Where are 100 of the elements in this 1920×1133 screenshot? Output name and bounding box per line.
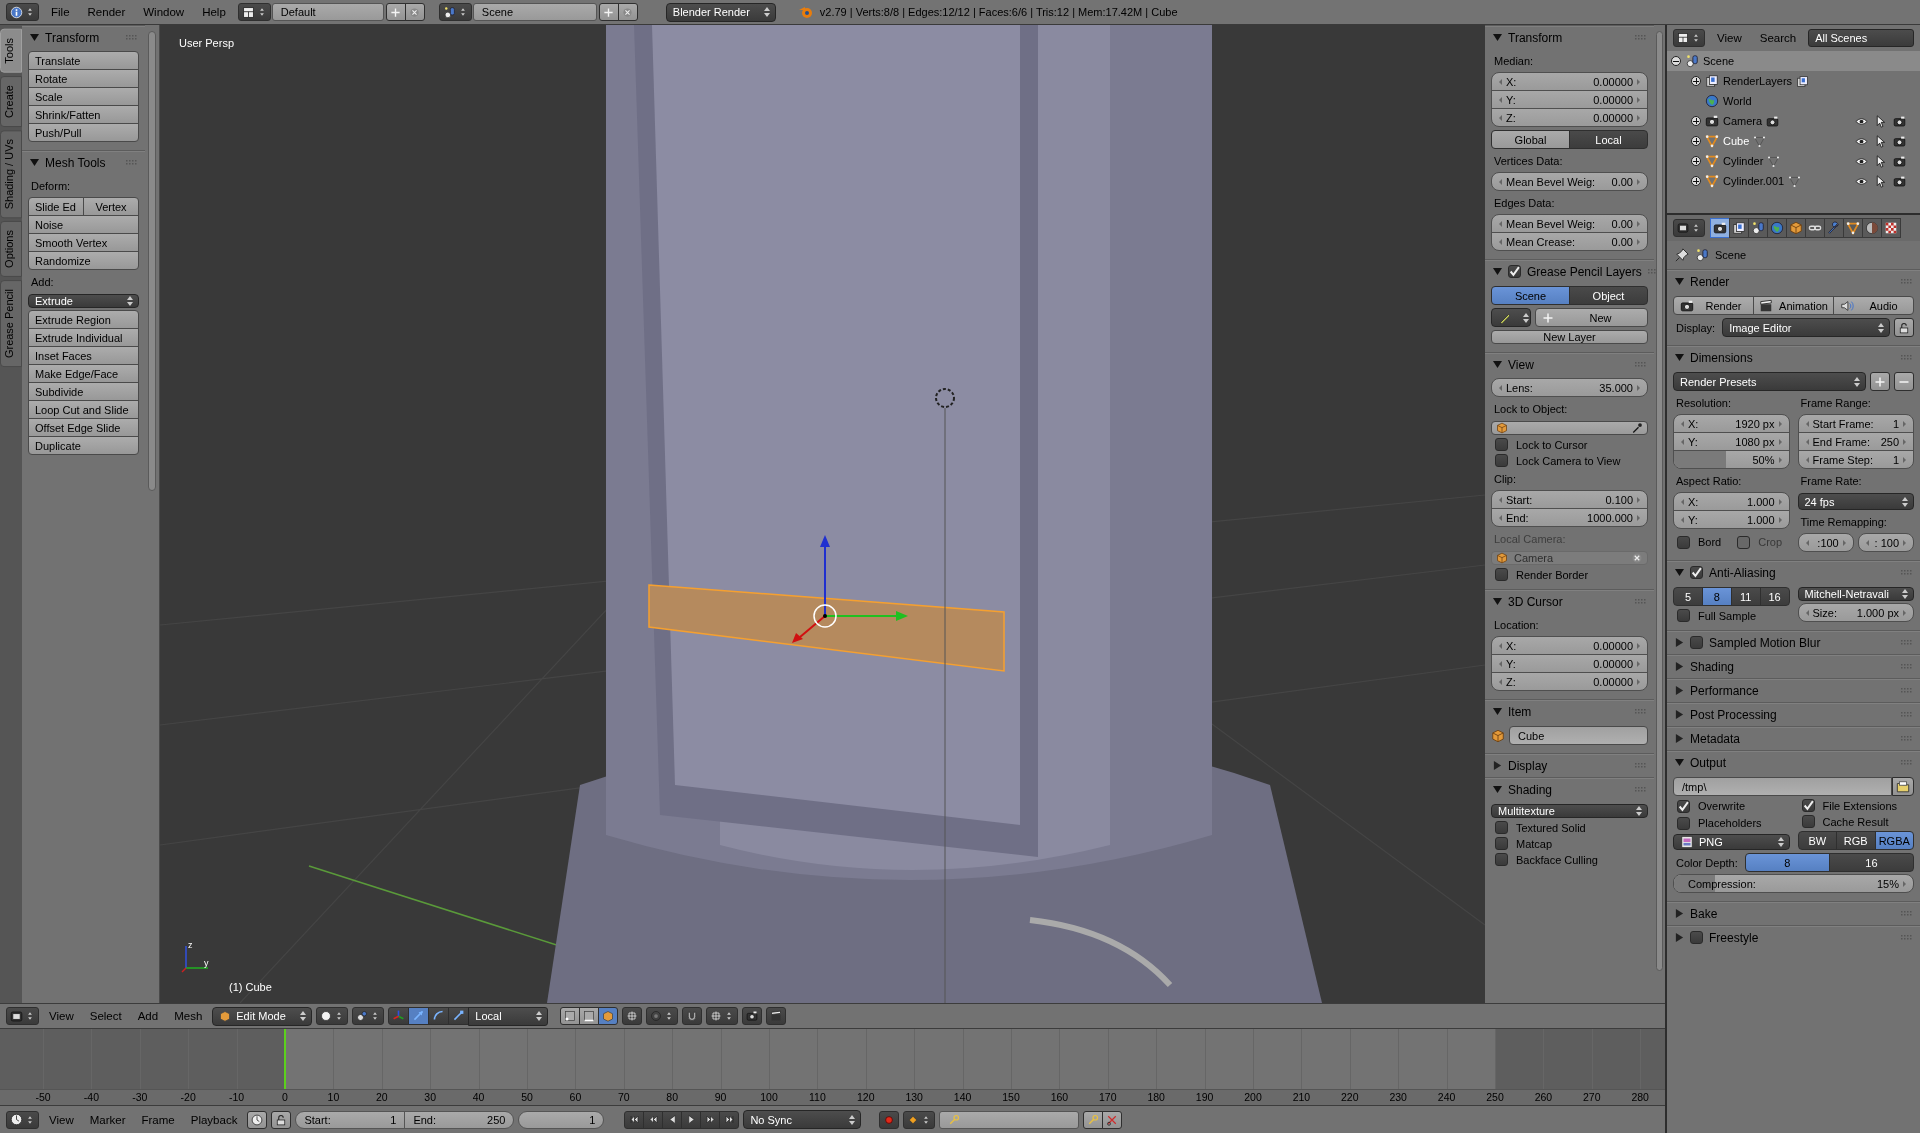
action-button[interactable]: Audio <box>1833 296 1914 315</box>
action-button[interactable]: New Layer <box>1491 330 1648 344</box>
scrollbar[interactable] <box>1656 31 1663 971</box>
sync-dropdown[interactable]: No Sync <box>743 1110 862 1129</box>
panel-title[interactable]: Sampled Motion Blur <box>1709 635 1895 650</box>
mode-dropdown[interactable]: Edit Mode <box>212 1006 313 1026</box>
checkbox[interactable] <box>1495 454 1508 467</box>
outliner-row[interactable]: World <box>1667 91 1920 111</box>
menu-item[interactable]: Playback <box>184 1113 244 1126</box>
outliner-row[interactable]: Cylinder.001 <box>1667 171 1920 191</box>
option-button[interactable]: Global <box>1491 130 1570 149</box>
tool-button[interactable]: Shrink/Fatten <box>28 105 139 124</box>
panel-title[interactable]: Render <box>1690 274 1895 289</box>
number-field[interactable]: Y: 0.00000 <box>1491 654 1648 673</box>
number-field[interactable]: Mean Bevel Weig: 0.00 <box>1491 214 1648 233</box>
playback-button[interactable] <box>624 1110 645 1129</box>
collapse-triangle-icon[interactable] <box>1493 597 1502 606</box>
dropdown[interactable]: Multitexture <box>1491 804 1648 818</box>
collapse-triangle-icon[interactable] <box>1493 785 1502 794</box>
context-tab[interactable] <box>1805 218 1825 238</box>
current-frame-field[interactable]: 1 <box>518 1110 605 1129</box>
drag-grip-icon[interactable] <box>1635 362 1646 367</box>
tool-button[interactable]: Duplicate <box>28 436 139 455</box>
orientation-dropdown[interactable]: Local <box>468 1006 549 1026</box>
editor-type-button[interactable] <box>1673 29 1705 47</box>
drag-grip-icon[interactable] <box>1635 35 1646 40</box>
screen-layout-field[interactable]: Default <box>271 3 384 21</box>
panel-title[interactable]: Bake <box>1690 906 1895 921</box>
delete-keyframe-button[interactable] <box>1102 1110 1123 1129</box>
manipulator-button[interactable] <box>428 1006 450 1025</box>
scrollbar[interactable] <box>148 31 156 491</box>
checkbox[interactable] <box>1677 817 1690 830</box>
drag-grip-icon[interactable] <box>1635 599 1646 604</box>
dropdown[interactable]: Extrude <box>28 294 139 308</box>
collapse-icon[interactable] <box>1671 56 1681 66</box>
preview-range-button[interactable] <box>247 1110 268 1129</box>
add-button[interactable] <box>385 3 406 21</box>
dropdown[interactable]: 24 fps <box>1797 493 1914 510</box>
menu-item[interactable]: View <box>43 1113 80 1126</box>
expand-icon[interactable] <box>1691 176 1701 186</box>
option-button[interactable]: 8 <box>1744 853 1830 872</box>
manipulator-button[interactable] <box>448 1006 470 1025</box>
folder-button[interactable] <box>1892 777 1914 796</box>
transform-gizmo[interactable] <box>792 535 908 643</box>
option-button[interactable]: RGB <box>1836 831 1876 850</box>
dropdown[interactable]: Image Editor <box>1722 318 1890 337</box>
proportional-button[interactable] <box>646 1007 679 1025</box>
menu-item[interactable]: Help <box>196 6 232 18</box>
option-button[interactable]: Local <box>1569 130 1648 149</box>
collapse-triangle-icon[interactable] <box>1493 360 1502 369</box>
drag-grip-icon[interactable] <box>1901 712 1912 717</box>
expand-triangle-icon[interactable] <box>1675 710 1684 719</box>
object-field[interactable] <box>1491 421 1648 435</box>
drag-grip-icon[interactable] <box>126 35 137 40</box>
lock-button[interactable] <box>1894 318 1914 337</box>
drag-grip-icon[interactable] <box>1901 911 1912 916</box>
shelf-tab[interactable]: Grease Pencil <box>0 279 22 368</box>
playback-button[interactable] <box>662 1110 683 1129</box>
insert-keyframe-button[interactable] <box>1083 1110 1104 1129</box>
editor-type-button[interactable] <box>6 1007 39 1025</box>
scene-field[interactable]: Scene <box>472 3 597 21</box>
playback-button[interactable] <box>700 1110 721 1129</box>
lock-button[interactable] <box>271 1110 292 1129</box>
panel-title[interactable]: Metadata <box>1690 731 1895 746</box>
panel-title[interactable]: Shading <box>1508 782 1629 797</box>
render-button[interactable] <box>742 1007 763 1025</box>
context-tab[interactable] <box>1767 218 1787 238</box>
panel-title[interactable]: Output <box>1690 755 1895 770</box>
select-mode-button[interactable] <box>598 1007 619 1025</box>
checkbox[interactable] <box>1495 568 1508 581</box>
number-field[interactable]: Y: 0.00000 <box>1491 90 1648 109</box>
drag-grip-icon[interactable] <box>1901 760 1912 765</box>
manipulator-button[interactable] <box>388 1006 410 1025</box>
panel-title[interactable]: View <box>1508 357 1629 372</box>
snap-button[interactable] <box>682 1007 703 1025</box>
panel-title[interactable]: Mesh Tools <box>45 155 120 170</box>
checkbox[interactable] <box>1495 438 1508 451</box>
menu-item[interactable]: Add <box>131 1010 165 1022</box>
panel-title[interactable]: Item <box>1508 704 1629 719</box>
option-button[interactable]: Scene <box>1491 286 1570 305</box>
number-field[interactable]: :100 <box>1797 533 1854 552</box>
context-tab[interactable] <box>1881 218 1901 238</box>
option-button[interactable]: 8 <box>1701 587 1732 606</box>
option-button[interactable]: RGBA <box>1874 831 1914 850</box>
menu-item[interactable]: File <box>45 6 76 18</box>
number-field[interactable]: Y: 1.000 <box>1673 510 1790 529</box>
snap-target-button[interactable] <box>706 1007 739 1025</box>
name-field[interactable]: Cube <box>1509 726 1648 745</box>
collapse-triangle-icon[interactable] <box>30 33 39 42</box>
close-button[interactable] <box>404 3 425 21</box>
scene-button[interactable] <box>438 3 472 21</box>
number-field[interactable]: End Frame: 250 <box>1797 432 1914 451</box>
drag-grip-icon[interactable] <box>126 160 137 165</box>
panel-title[interactable]: Display <box>1508 758 1629 773</box>
close-button[interactable] <box>617 3 638 21</box>
number-field[interactable]: Mean Bevel Weig: 0.00 <box>1491 172 1648 191</box>
outliner-row[interactable]: Scene <box>1667 51 1920 71</box>
checkbox[interactable] <box>1690 566 1703 579</box>
drag-grip-icon[interactable] <box>1901 640 1912 645</box>
number-field[interactable]: Frame Step: 1 <box>1797 450 1914 469</box>
